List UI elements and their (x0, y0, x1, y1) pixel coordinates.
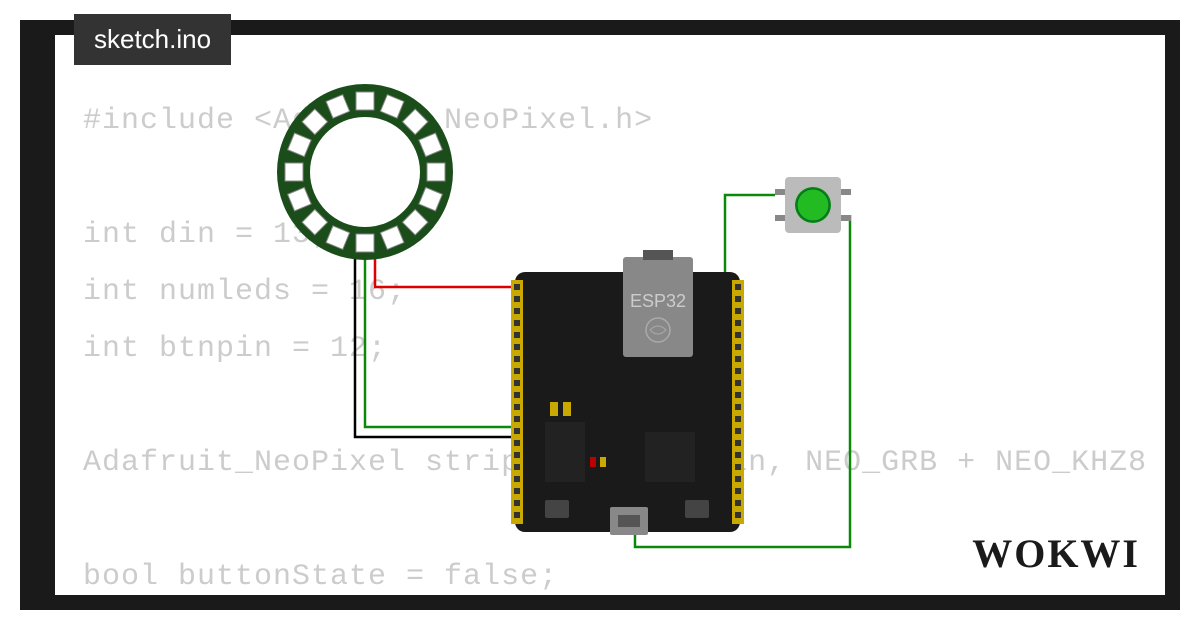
button-leg (775, 215, 785, 221)
circuit-diagram[interactable]: ESP32 (265, 77, 945, 577)
board-chip (545, 422, 585, 482)
tab-label: sketch.ino (94, 24, 211, 54)
wokwi-logo: WOKWI (972, 530, 1140, 577)
pin-rail-left (511, 280, 523, 524)
file-tab[interactable]: sketch.ino (74, 14, 231, 65)
esp32-board[interactable]: ESP32 (511, 250, 744, 535)
button-leg (841, 189, 851, 195)
neopixel-ring[interactable] (277, 84, 453, 260)
wire-green-btn-1 (725, 195, 775, 277)
button-leg (841, 215, 851, 221)
main-frame: #include <Adafruit_NeoPixel.h> int din =… (52, 32, 1168, 598)
push-button[interactable] (775, 177, 851, 233)
board-button-boot[interactable] (685, 500, 709, 518)
board-label: ESP32 (630, 291, 686, 311)
button-leg (775, 189, 785, 195)
pin-rail-right (732, 280, 744, 524)
board-button-en[interactable] (545, 500, 569, 518)
antenna (643, 250, 673, 260)
ring-inner (310, 117, 420, 227)
board-chip-2 (645, 432, 695, 482)
